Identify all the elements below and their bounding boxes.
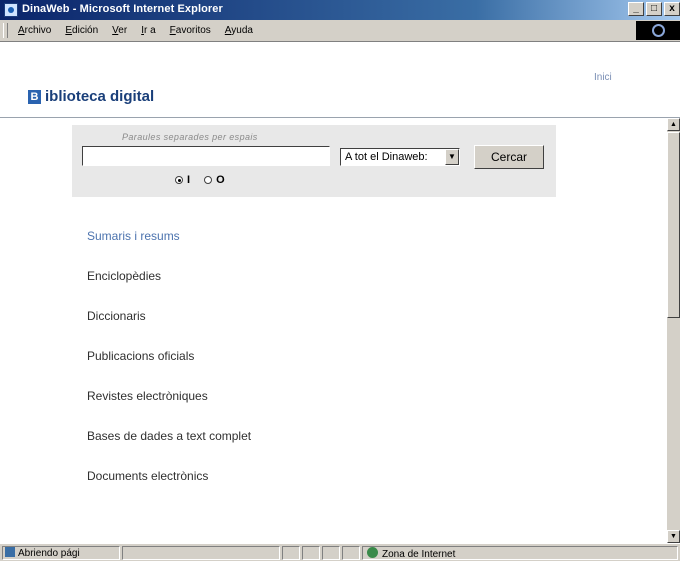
search-scope-value: A tot el Dinaweb: (345, 151, 428, 163)
close-button[interactable]: x (664, 2, 680, 16)
window-controls: _ □ x (628, 2, 680, 16)
page-header: B iblioteca digital Inici (0, 43, 680, 118)
ie-logo-icon (652, 24, 665, 37)
status-cell-2 (302, 546, 320, 560)
menu-favoritos[interactable]: Favoritos (170, 25, 211, 36)
scroll-down-icon[interactable]: ▼ (667, 530, 680, 543)
radio-and-label: I (187, 174, 191, 186)
resource-links: Sumaris i resums Enciclopèdies Diccionar… (87, 228, 251, 508)
search-button[interactable]: Cercar (474, 145, 544, 169)
radio-or[interactable]: O (204, 174, 225, 186)
radio-or-label: O (216, 174, 225, 186)
link-bases-de-dades[interactable]: Bases de dades a text complet (87, 428, 251, 468)
radio-and-dot[interactable] (175, 176, 183, 184)
menu-edicion[interactable]: Edición (65, 25, 98, 36)
status-message-cell: Abriendo pági (2, 546, 120, 560)
link-documents[interactable]: Documents electrònics (87, 468, 251, 508)
toolbar-grip[interactable] (3, 23, 8, 38)
link-enciclopedies[interactable]: Enciclopèdies (87, 268, 251, 308)
menu-ver[interactable]: Ver (112, 25, 127, 36)
status-cell-1 (282, 546, 300, 560)
security-zone-cell: Zona de Internet (362, 546, 678, 560)
logo-letter: B (28, 90, 41, 104)
chevron-down-icon[interactable]: ▼ (445, 149, 459, 165)
search-input[interactable] (82, 146, 330, 166)
window-title-bar: DinaWeb - Microsoft Internet Explorer _ … (0, 0, 680, 20)
search-panel: Paraules separades per espais A tot el D… (72, 125, 556, 197)
radio-or-dot[interactable] (204, 176, 213, 184)
site-logo-text: iblioteca digital (45, 88, 155, 105)
minimize-button[interactable]: _ (628, 2, 644, 16)
page-loading-icon (5, 547, 15, 557)
ie-throbber (636, 21, 680, 40)
link-sumaris[interactable]: Sumaris i resums (87, 228, 251, 268)
scroll-up-icon[interactable]: ▲ (667, 118, 680, 131)
radio-and[interactable]: I (175, 174, 190, 186)
link-publicacions[interactable]: Publicacions oficials (87, 348, 251, 388)
status-message: Abriendo pági (18, 548, 80, 559)
maximize-button[interactable]: □ (646, 2, 662, 16)
window-title: DinaWeb - Microsoft Internet Explorer (22, 3, 223, 15)
link-diccionaris[interactable]: Diccionaris (87, 308, 251, 348)
status-progress-cell (122, 546, 280, 560)
menu-archivo[interactable]: Archivo (18, 25, 51, 36)
security-zone: Zona de Internet (382, 549, 456, 560)
status-cell-4 (342, 546, 360, 560)
search-hint: Paraules separades per espais (122, 132, 258, 142)
internet-explorer-icon (4, 3, 18, 17)
menu: Archivo Edición Ver Ir a Favoritos Ayuda (18, 25, 253, 36)
home-link[interactable]: Inici (594, 72, 612, 83)
scrollbar-thumb[interactable] (667, 132, 680, 318)
vertical-scrollbar[interactable]: ▲ ▼ (666, 118, 680, 543)
search-mode-options: I O (175, 174, 225, 186)
page-content: Paraules separades per espais A tot el D… (0, 118, 666, 543)
search-scope-select[interactable]: A tot el Dinaweb: ▼ (340, 148, 460, 166)
status-cell-3 (322, 546, 340, 560)
menu-bar: Archivo Edición Ver Ir a Favoritos Ayuda (0, 20, 680, 42)
internet-zone-icon (367, 547, 378, 558)
link-revistes[interactable]: Revistes electròniques (87, 388, 251, 428)
menu-ir-a[interactable]: Ir a (141, 25, 155, 36)
status-bar: Abriendo pági Zona de Internet (0, 543, 680, 561)
menu-ayuda[interactable]: Ayuda (225, 25, 253, 36)
